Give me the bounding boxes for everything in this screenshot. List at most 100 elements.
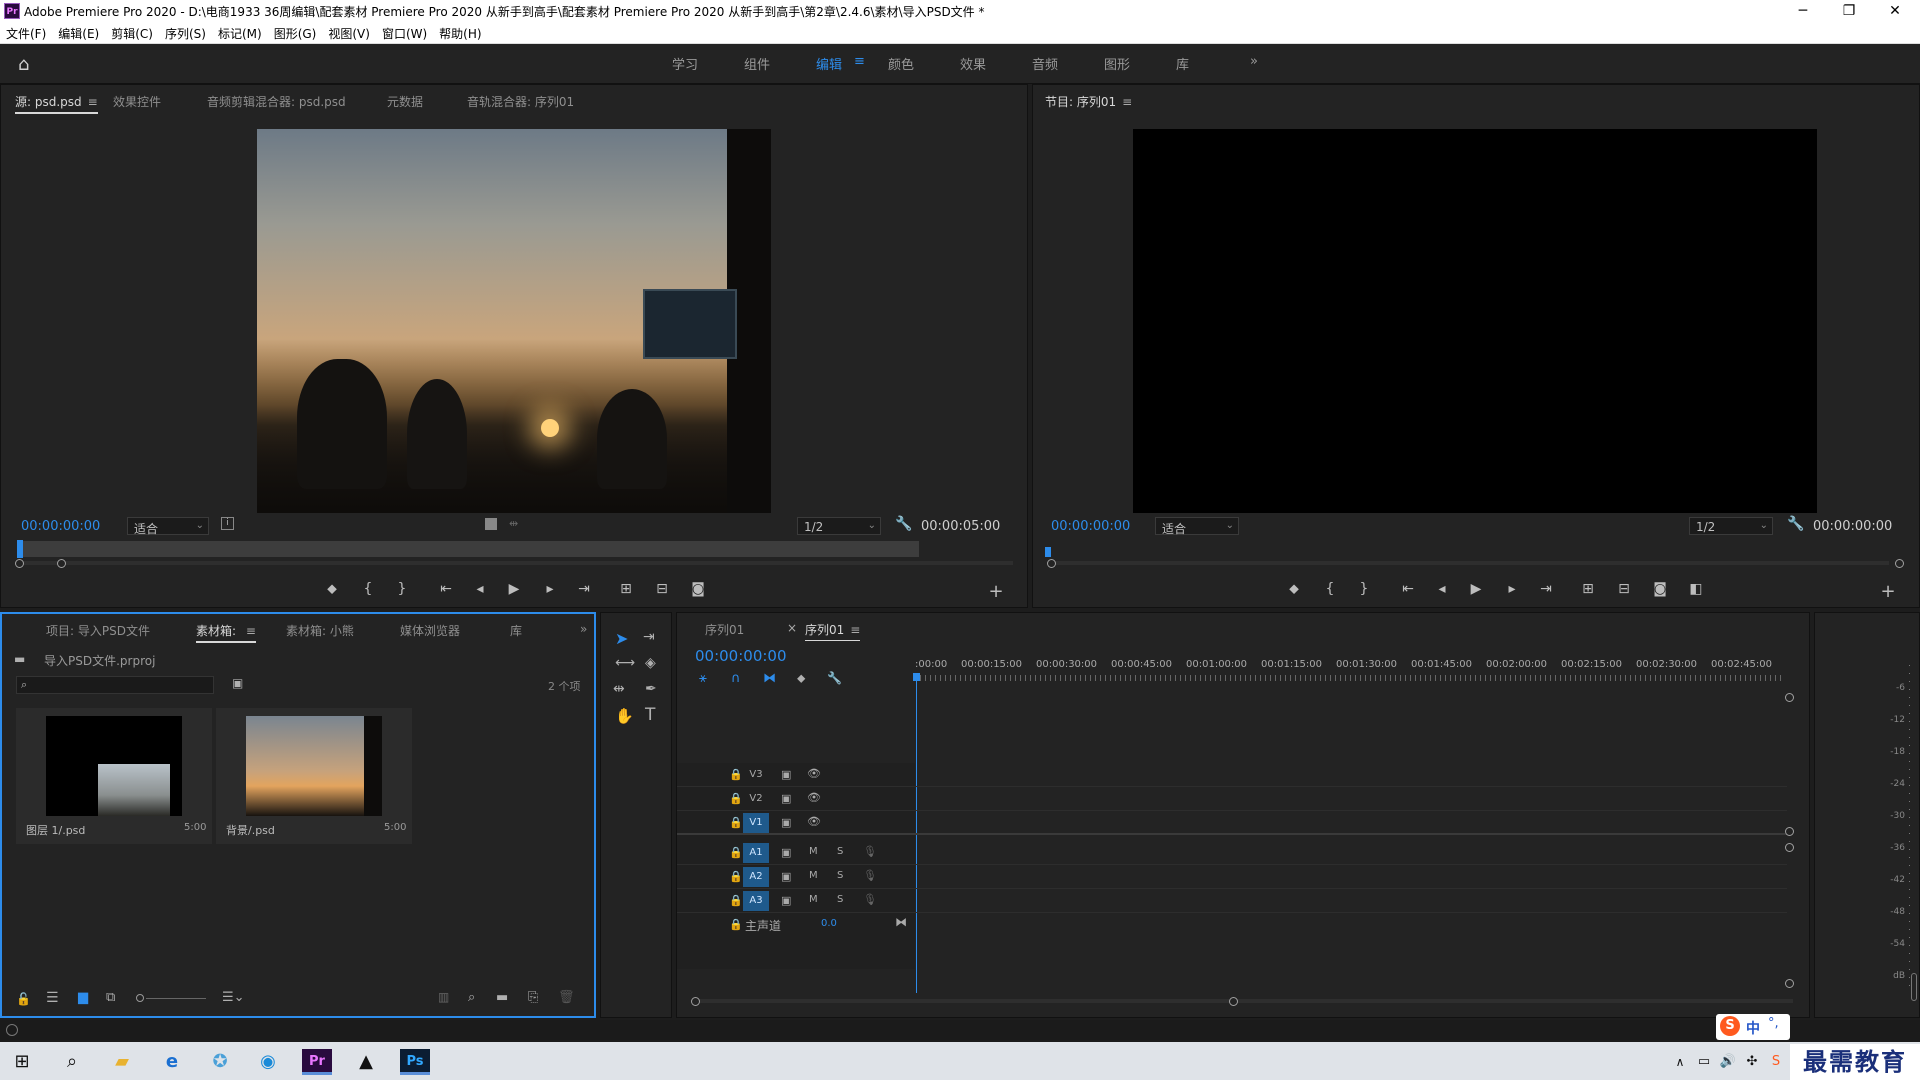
workspace-audio[interactable]: 音频: [1032, 54, 1058, 73]
zoom-handle-right[interactable]: [1895, 559, 1904, 568]
track-label[interactable]: A1: [743, 843, 769, 863]
menu-sequence[interactable]: 序列(S): [159, 22, 212, 42]
panel-menu-icon[interactable]: ≡: [246, 624, 256, 638]
track-label[interactable]: A3: [743, 891, 769, 911]
source-resolution-dropdown[interactable]: 1/2 ⌄: [797, 517, 881, 535]
microphone-icon[interactable]: 🎙: [863, 869, 877, 882]
lock-icon[interactable]: 🔒: [729, 870, 743, 883]
search-icon[interactable]: ⌕: [52, 1046, 92, 1078]
pen-tool-icon[interactable]: ✒: [645, 681, 657, 697]
drag-audio-icon[interactable]: ⇹: [509, 517, 518, 530]
step-back-icon[interactable]: ◂: [1431, 581, 1453, 597]
mark-out-icon[interactable]: }: [391, 581, 413, 597]
button-editor-plus-icon[interactable]: +: [985, 581, 1007, 602]
new-search-bin-icon[interactable]: ▣: [232, 676, 243, 690]
restore-button[interactable]: ❐: [1826, 0, 1872, 22]
sync-lock-icon[interactable]: ▣: [781, 792, 791, 805]
step-back-icon[interactable]: ◂: [469, 581, 491, 597]
ime-bar[interactable]: S 中 °,: [1716, 1014, 1790, 1040]
minimize-button[interactable]: ─: [1780, 0, 1826, 22]
track-v2[interactable]: 🔒 V2 ▣ 👁: [677, 787, 1787, 811]
tab-libraries[interactable]: 库: [510, 622, 522, 639]
tab-audio-track-mixer[interactable]: 音轨混合器: 序列01: [467, 93, 574, 110]
sync-lock-icon[interactable]: ▣: [781, 870, 791, 883]
lift-icon[interactable]: ⊞: [1577, 581, 1599, 597]
drag-video-icon[interactable]: [485, 518, 497, 530]
track-label[interactable]: V2: [743, 789, 769, 809]
wrench-icon[interactable]: 🔧: [895, 516, 912, 532]
lock-icon[interactable]: 🔒: [729, 816, 743, 829]
vertical-scroll-handle[interactable]: [1785, 827, 1794, 836]
track-master[interactable]: 🔒 主声道 0.0 ⧓: [677, 913, 1787, 937]
sync-lock-icon[interactable]: ▣: [781, 894, 791, 907]
find-icon[interactable]: ⌕: [468, 990, 475, 1005]
source-playhead[interactable]: [17, 540, 23, 558]
program-zoom-bar[interactable]: [1049, 561, 1889, 565]
go-to-out-icon[interactable]: ⇥: [1535, 581, 1557, 597]
more-workspaces-icon[interactable]: »: [1250, 54, 1258, 69]
home-icon[interactable]: ⌂: [18, 54, 29, 75]
go-to-in-icon[interactable]: ⇤: [435, 581, 457, 597]
ripple-edit-tool-icon[interactable]: ⟷: [615, 655, 635, 671]
comparison-view-icon[interactable]: ◧: [1685, 581, 1707, 597]
add-marker-icon[interactable]: ⬥: [797, 671, 805, 686]
type-tool-icon[interactable]: T: [645, 705, 655, 725]
windows-start-icon[interactable]: ⊞: [2, 1046, 42, 1078]
list-view-icon[interactable]: ☰: [46, 990, 59, 1006]
lock-icon[interactable]: 🔒: [729, 768, 743, 781]
timeline-playhead[interactable]: [913, 673, 920, 681]
go-to-out-icon[interactable]: ⇥: [573, 581, 595, 597]
workspace-editing[interactable]: 编辑: [816, 54, 842, 73]
sync-lock-icon[interactable]: ▣: [781, 816, 791, 829]
solo-button[interactable]: S: [837, 870, 843, 881]
menu-graphics[interactable]: 图形(G): [268, 22, 323, 42]
timeline-settings-icon[interactable]: 🔧: [827, 671, 842, 685]
zoom-handle-right[interactable]: [1229, 997, 1238, 1006]
zoom-handle-right[interactable]: [57, 559, 66, 568]
tab-bin-xiaoxiong[interactable]: 素材箱: 小熊: [286, 622, 354, 639]
program-playhead[interactable]: [1045, 547, 1051, 557]
menu-help[interactable]: 帮助(H): [433, 22, 487, 42]
freeform-view-icon[interactable]: ⧉: [106, 990, 115, 1005]
overwrite-icon[interactable]: ⊟: [651, 581, 673, 597]
zoom-handle-left[interactable]: [691, 997, 700, 1006]
tab-project[interactable]: 项目: 导入PSD文件: [46, 622, 150, 639]
lock-icon[interactable]: 🔒: [729, 792, 743, 805]
mute-button[interactable]: M: [809, 870, 818, 881]
source-timecode-in[interactable]: 00:00:00:00: [21, 519, 100, 534]
more-tabs-icon[interactable]: »: [580, 622, 587, 636]
lock-icon[interactable]: 🔒: [729, 894, 743, 907]
sync-lock-icon[interactable]: ▣: [781, 768, 791, 781]
add-marker-icon[interactable]: ⬥: [321, 581, 343, 597]
mark-in-icon[interactable]: {: [1319, 581, 1341, 597]
source-fit-dropdown[interactable]: 适合 ⌄: [127, 517, 209, 536]
source-settings-icon[interactable]: i: [221, 517, 234, 530]
hand-tool-icon[interactable]: ✋: [615, 707, 634, 725]
eye-icon[interactable]: 👁: [807, 815, 821, 828]
workspace-libraries[interactable]: 库: [1176, 54, 1189, 73]
premiere-taskbar-icon[interactable]: Pr: [302, 1049, 332, 1075]
menu-marker[interactable]: 标记(M): [212, 22, 268, 42]
track-a2[interactable]: 🔒 A2 ▣ M S 🎙: [677, 865, 1787, 889]
wrench-icon[interactable]: 🔧: [1787, 516, 1804, 532]
zoom-slider[interactable]: [146, 998, 206, 999]
source-zoom-bar[interactable]: [17, 561, 1013, 565]
snap-icon[interactable]: ∩: [731, 671, 741, 686]
menu-window[interactable]: 窗口(W): [376, 22, 433, 42]
zoom-slider-handle[interactable]: [136, 994, 144, 1002]
solo-button[interactable]: S: [837, 846, 843, 857]
clear-icon[interactable]: 🗑: [558, 990, 575, 1005]
project-item[interactable]: 图层 1/.psd 5:00: [16, 708, 212, 844]
razor-tool-icon[interactable]: ◈: [645, 655, 656, 671]
mark-in-icon[interactable]: {: [357, 581, 379, 597]
new-item-icon[interactable]: ⎘: [528, 990, 538, 1005]
time-ruler[interactable]: :00:00 00:00:15:00 00:00:30:00 00:00:45:…: [915, 659, 1815, 683]
program-resolution-dropdown[interactable]: 1/2 ⌄: [1689, 517, 1773, 535]
project-search-input[interactable]: ⌕: [16, 676, 214, 694]
workspace-assembly[interactable]: 组件: [744, 54, 770, 73]
panel-menu-icon[interactable]: ≡: [88, 95, 98, 109]
file-explorer-icon[interactable]: ▰: [102, 1046, 142, 1078]
track-a3[interactable]: 🔒 A3 ▣ M S 🎙: [677, 889, 1787, 913]
step-forward-icon[interactable]: ▸: [539, 581, 561, 597]
sync-lock-icon[interactable]: ▣: [781, 846, 791, 859]
